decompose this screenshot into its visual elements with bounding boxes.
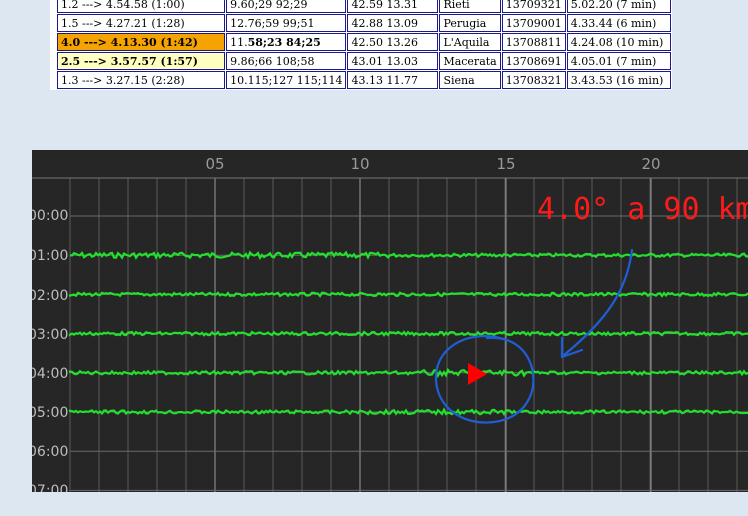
table-cell: 5.02.20 (7 min): [566, 0, 671, 13]
x-tick-label: 05: [205, 155, 225, 173]
x-tick-label: 10: [350, 155, 370, 173]
time-row-label: 03:00: [32, 327, 69, 343]
x-tick-label: 15: [496, 155, 516, 173]
earthquake-table-panel: 1.2 ---> 4.54.58 (1:00) 9.60;29 92;29 42.5…: [50, 0, 672, 90]
time-row-label: 04:00: [32, 366, 69, 382]
table-cell: 4.0 ---> 4.13.30 (1:42): [57, 33, 226, 51]
table-cell: 12.76;59 99;51: [226, 14, 347, 32]
table-row: 1.5 ---> 4.27.21 (1:28) 12.76;59 99;51 42.…: [57, 14, 671, 32]
table-cell: 10.115;127 115;114: [226, 71, 347, 89]
table-cell: 2.5 ---> 3.57.57 (1:57): [57, 52, 226, 70]
magnitude-distance-annotation: 4.0° a 90 km: [537, 192, 748, 227]
event-marker-icon: [468, 363, 487, 385]
table-cell: 13709001: [501, 14, 566, 32]
hand-drawn-arrow: [562, 248, 634, 357]
table-cell: 3.43.53 (16 min): [566, 71, 671, 89]
table-cell: 4.33.44 (6 min): [566, 14, 671, 32]
table-cell: 42.50 13.26: [347, 33, 439, 51]
time-row-label: 00:00: [32, 208, 69, 224]
table-cell: Macerata: [439, 52, 501, 70]
earthquake-table: 1.2 ---> 4.54.58 (1:00) 9.60;29 92;29 42.5…: [56, 0, 672, 90]
table-cell: 13708321: [501, 71, 566, 89]
table-cell: 13708811: [501, 33, 566, 51]
x-tick-label: 20: [641, 155, 661, 173]
table-row: 1.2 ---> 4.54.58 (1:00) 9.60;29 92;29 42.5…: [57, 0, 671, 13]
time-row-label: 07:00: [32, 483, 69, 492]
hand-drawn-circle: [434, 335, 535, 424]
table-row: 1.3 ---> 3.27.15 (2:28) 10.115;127 115;11…: [57, 71, 671, 89]
seismic-trace: [68, 330, 748, 337]
table-cell: 43.01 13.03: [347, 52, 439, 70]
time-row-label: 01:00: [32, 248, 69, 264]
table-cell: 13708691: [501, 52, 566, 70]
table-cell: 4.05.01 (7 min): [566, 52, 671, 70]
time-row-label: 02:00: [32, 288, 69, 304]
table-cell: 42.88 13.09: [347, 14, 439, 32]
table-cell: Siena: [439, 71, 501, 89]
table-row: 2.5 ---> 3.57.57 (1:57) 9.86;66 108;58 43.…: [57, 52, 671, 70]
table-cell: 1.2 ---> 4.54.58 (1:00): [57, 0, 226, 13]
table-cell: 43.13 11.77: [347, 71, 439, 89]
table-cell: 13709321: [501, 0, 566, 13]
table-cell: 4.24.08 (10 min): [566, 33, 671, 51]
time-row-label: 06:00: [32, 444, 69, 460]
table-cell: 11.58;23 84;25: [226, 33, 347, 51]
table-cell: Rieti: [439, 0, 501, 13]
table-cell: 9.60;29 92;29: [226, 0, 347, 13]
table-row: 4.0 ---> 4.13.30 (1:42) 11.58;23 84;25 42.…: [57, 33, 671, 51]
time-row-label: 05:00: [32, 405, 69, 421]
table-cell: 1.3 ---> 3.27.15 (2:28): [57, 71, 226, 89]
table-cell: 42.59 13.31: [347, 0, 439, 13]
table-cell: Perugia: [439, 14, 501, 32]
table-cell: 1.5 ---> 4.27.21 (1:28): [57, 14, 226, 32]
table-cell: L'Aquila: [439, 33, 501, 51]
table-cell: 9.86;66 108;58: [226, 52, 347, 70]
seismic-trace: [68, 367, 748, 379]
seismograph-panel: 05 10 15 20 00:00 01:00 02:00 03:00 04:0…: [32, 150, 748, 492]
